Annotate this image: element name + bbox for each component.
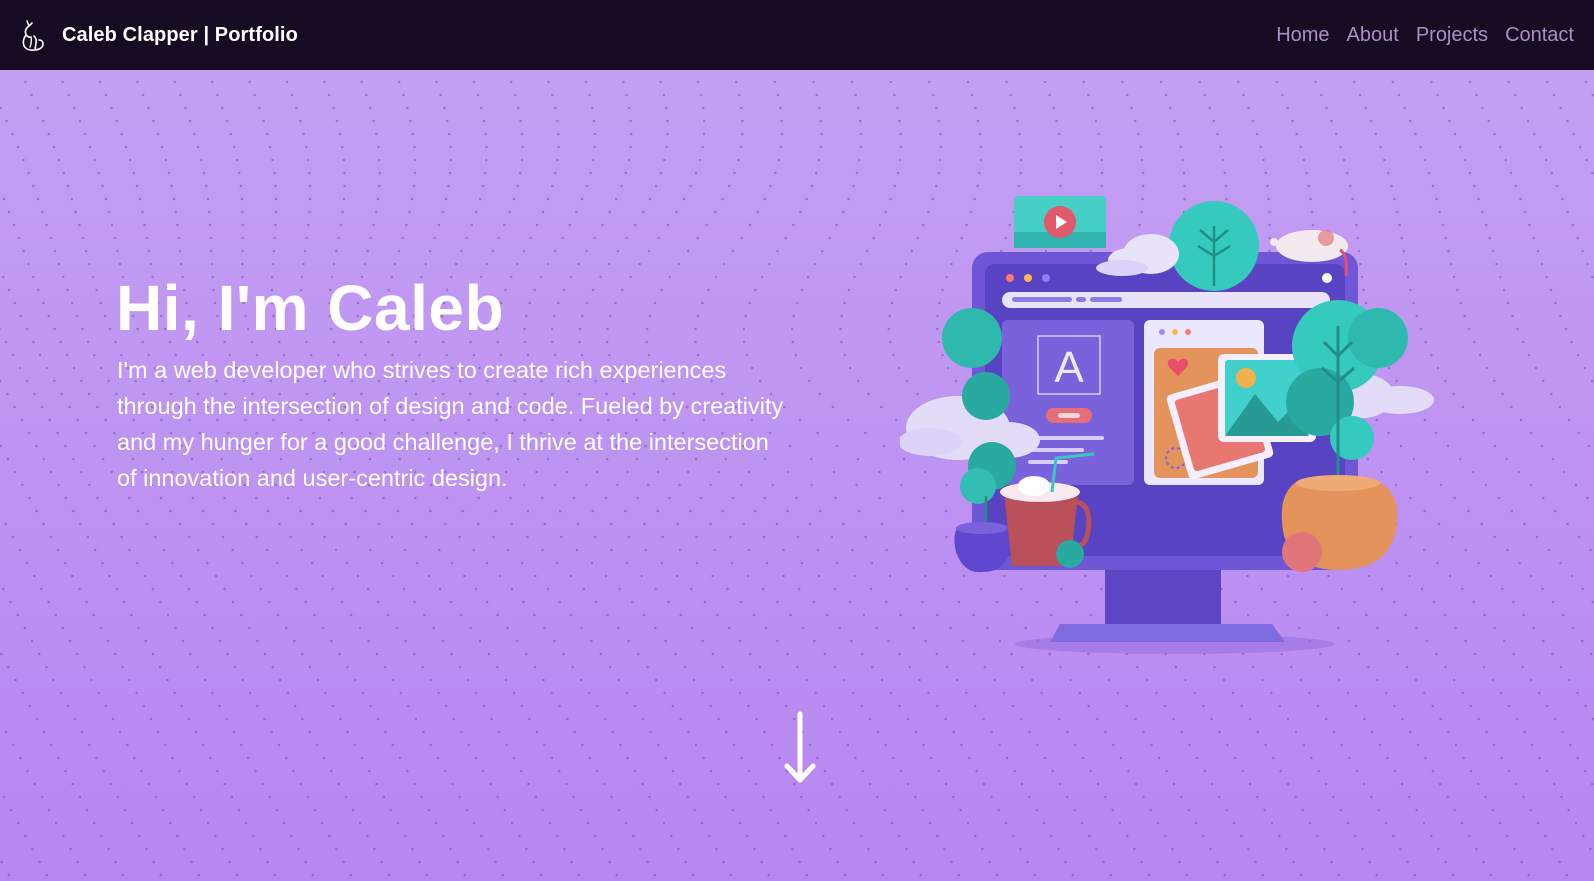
nav-link-about[interactable]: About [1347,24,1399,47]
arrow-down-icon[interactable] [781,710,819,786]
letter-a: A [1054,343,1084,392]
hero-title: Hi, I'm Caleb [116,272,505,344]
hero-description: I'm a web developer who strives to creat… [117,357,784,491]
hero-section: Hi, I'm Caleb I'm a web developer who st… [0,70,1594,881]
nav-links: Home About Projects Contact [1259,24,1574,47]
brand-title: Caleb Clapper | Portfolio [62,23,298,46]
nav-link-projects[interactable]: Projects [1416,24,1488,47]
navbar: Caleb Clapper | Portfolio Home About Pro… [0,0,1594,70]
web-design-computer-illustration: A [900,196,1434,654]
cat-icon [22,20,44,51]
nav-link-contact[interactable]: Contact [1505,24,1574,47]
brand-link[interactable]: Caleb Clapper | Portfolio [18,17,298,53]
nav-link-home[interactable]: Home [1276,24,1329,47]
